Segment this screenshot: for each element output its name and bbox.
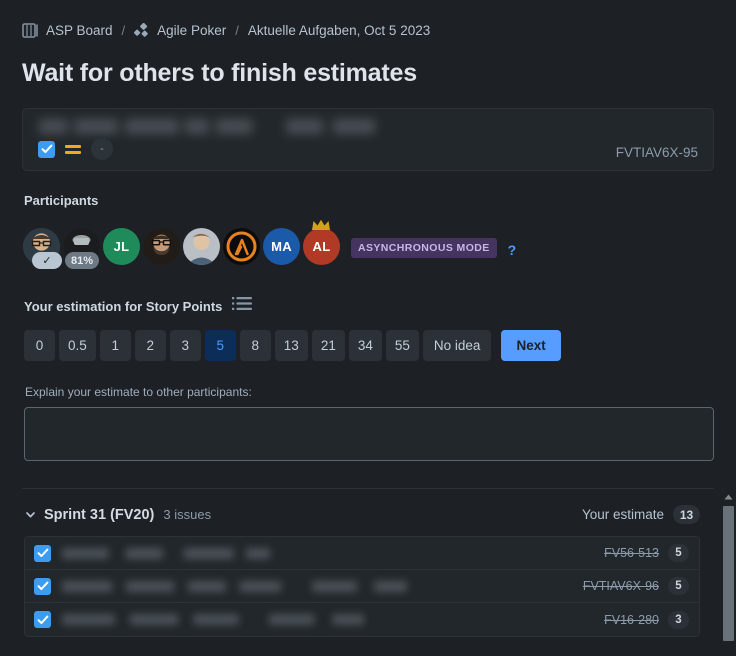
- next-button[interactable]: Next: [501, 330, 561, 361]
- issue-row-estimate: 5: [668, 544, 689, 562]
- estimate-option-3[interactable]: 3: [169, 330, 201, 361]
- breadcrumb-item-board[interactable]: ASP Board: [22, 23, 113, 38]
- avatar-participant-4[interactable]: [143, 228, 180, 265]
- table-row[interactable]: FV56-513 5: [25, 537, 699, 570]
- participants-avatars: ✓ 81% JL MA AL ASYNCHRONOUS MODE ?: [0, 219, 736, 269]
- estimate-option-2[interactable]: 2: [134, 330, 166, 361]
- sprint-name[interactable]: Sprint 31 (FV20): [44, 507, 154, 523]
- chevron-down-icon[interactable]: [24, 508, 37, 521]
- issue-row-checkbox[interactable]: [34, 544, 51, 562]
- estimate-option-8[interactable]: 8: [239, 330, 271, 361]
- avatar-participant-8-host[interactable]: AL: [303, 219, 340, 265]
- estimate-option-no-idea[interactable]: No idea: [422, 330, 492, 361]
- avatar-progress-badge: 81%: [65, 252, 99, 269]
- sprint-panel: Sprint 31 (FV20) 3 issues Your estimate …: [0, 489, 736, 637]
- scroll-up-arrow-icon[interactable]: [721, 490, 736, 504]
- issue-checkbox[interactable]: [38, 140, 55, 158]
- explain-textarea[interactable]: [24, 407, 714, 461]
- current-issue-card[interactable]: - FVTIAV6X-95: [22, 108, 714, 171]
- estimate-option-21[interactable]: 21: [311, 330, 345, 361]
- explain-label: Explain your estimate to other participa…: [25, 385, 252, 399]
- avatar-participant-7[interactable]: MA: [263, 228, 300, 265]
- estimation-header: Your estimation for Story Points: [0, 296, 736, 316]
- issue-row-checkbox[interactable]: [34, 611, 51, 628]
- issue-row-checkbox[interactable]: [34, 577, 51, 595]
- issue-card-meta: -: [38, 138, 113, 160]
- avatar-participant-1[interactable]: ✓: [23, 228, 62, 269]
- estimate-option-13[interactable]: 13: [274, 330, 308, 361]
- issue-row-key[interactable]: FV16-280: [604, 613, 659, 627]
- estimate-option-5-selected[interactable]: 5: [204, 330, 236, 361]
- estimate-option-34[interactable]: 34: [348, 330, 382, 361]
- avatar-participant-3[interactable]: JL: [103, 228, 140, 265]
- crown-icon: [312, 219, 330, 230]
- issue-row-key[interactable]: FV56-513: [604, 546, 659, 560]
- breadcrumb-separator-2: /: [235, 23, 239, 38]
- your-estimate-total: 13: [673, 505, 700, 524]
- agile-poker-icon: [134, 22, 150, 39]
- sprint-header: Sprint 31 (FV20) 3 issues Your estimate …: [0, 489, 736, 527]
- issue-title-redacted: [39, 119, 375, 134]
- estimate-option-55[interactable]: 55: [385, 330, 419, 361]
- participants-label: Participants: [24, 193, 99, 208]
- estimation-options: 0 0.5 1 2 3 5 8 13 21 34 55 No idea Next: [0, 330, 736, 361]
- avatar-voted-badge: ✓: [32, 252, 62, 269]
- avatar-initials: AL: [303, 228, 340, 265]
- issue-row-estimate: 3: [668, 610, 689, 629]
- sprint-estimate-summary: Your estimate 13: [582, 505, 736, 524]
- participants-section: Participants ✓ 81% JL MA AL ASYNCHRONOUS…: [0, 193, 736, 269]
- breadcrumb-app-label: Agile Poker: [157, 23, 227, 38]
- issue-row-title-redacted: [62, 614, 364, 625]
- estimate-option-0[interactable]: 0: [24, 330, 55, 361]
- priority-medium-icon: [65, 144, 81, 154]
- estimation-label: Your estimation for Story Points: [24, 298, 223, 314]
- page-title: Wait for others to finish estimates: [22, 59, 417, 87]
- issue-key[interactable]: FVTIAV6X-95: [616, 145, 698, 160]
- avatar-initials: JL: [103, 228, 140, 265]
- assignee-avatar-placeholder[interactable]: -: [91, 138, 113, 160]
- asynchronous-mode-badge: ASYNCHRONOUS MODE: [351, 238, 497, 258]
- avatar-participant-6-lambda[interactable]: [223, 228, 260, 265]
- scrollbar-thumb[interactable]: [723, 506, 734, 641]
- breadcrumb: ASP Board / Agile Poker / Aktuelle Aufga…: [0, 0, 736, 46]
- avatar-initials: MA: [263, 228, 300, 265]
- issue-row-title-redacted: [62, 580, 407, 592]
- breadcrumb-board-label: ASP Board: [46, 23, 113, 38]
- your-estimate-label: Your estimate: [581, 507, 664, 522]
- board-icon: [22, 23, 39, 38]
- issue-row-title-redacted: [62, 547, 270, 559]
- table-row[interactable]: FV16-280 3: [25, 603, 699, 636]
- agile-poker-page: ASP Board / Agile Poker / Aktuelle Aufga…: [0, 0, 736, 656]
- help-icon[interactable]: ?: [508, 242, 517, 258]
- breadcrumb-separator-1: /: [121, 23, 126, 38]
- avatar-participant-2[interactable]: 81%: [63, 228, 100, 269]
- breadcrumb-session: Aktuelle Aufgaben, Oct 5 2023: [247, 23, 431, 38]
- table-row[interactable]: FVTIAV6X-96 5: [25, 570, 699, 603]
- vertical-scrollbar[interactable]: [721, 490, 736, 656]
- avatar-participant-5[interactable]: [183, 228, 220, 265]
- breadcrumb-item-agile-poker[interactable]: Agile Poker: [134, 22, 227, 39]
- list-icon[interactable]: [232, 296, 253, 316]
- sprint-issue-count: 3 issues: [163, 507, 212, 522]
- issue-row-key[interactable]: FVTIAV6X-96: [583, 579, 659, 593]
- estimate-option-1[interactable]: 1: [99, 330, 131, 361]
- estimate-option-0.5[interactable]: 0.5: [59, 330, 96, 361]
- sprint-issue-list: FV56-513 5 FVTIAV6X-96 5 FV16-280 3: [24, 536, 700, 637]
- issue-row-estimate: 5: [668, 577, 689, 595]
